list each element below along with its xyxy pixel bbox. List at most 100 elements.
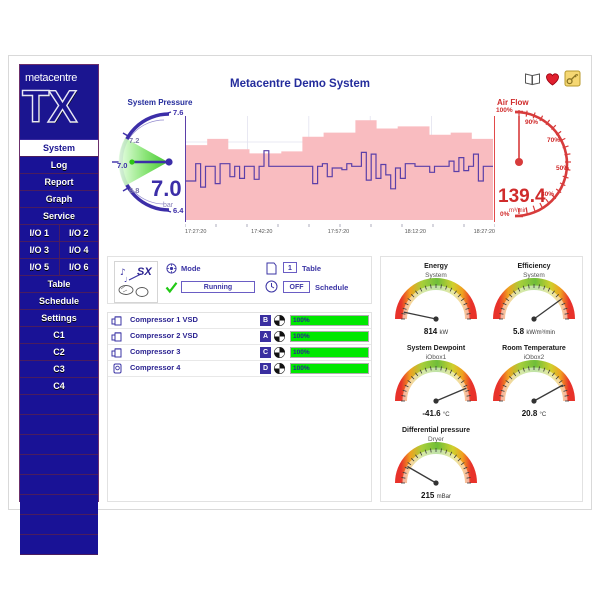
trend-chart-plot <box>185 116 495 222</box>
sidebar-menu: System Log Report Graph Service I/O 1 I/O 2 I/O… <box>20 140 98 555</box>
kpi-gauge-name: Efficiency <box>517 263 551 270</box>
system-pressure-title: System Pressure <box>127 98 193 107</box>
mode-icon <box>166 263 177 274</box>
sidebar-filler-row <box>20 395 98 415</box>
kpi-gauge-unit: °C <box>539 412 547 418</box>
book-icon[interactable] <box>524 70 541 87</box>
sidebar-item-log[interactable]: Log <box>20 157 98 173</box>
sidebar-row: Settings <box>20 310 98 327</box>
sidebar-item-settings[interactable]: Settings <box>20 310 98 326</box>
kpi-gauge-value: -41.6 °C <box>422 409 450 418</box>
sidebar-filler <box>20 495 98 514</box>
compressor-row[interactable]: Compressor 4 D 100% <box>108 361 371 377</box>
trend-chart-svg <box>186 116 493 220</box>
table-value[interactable]: 1 <box>283 262 297 273</box>
kpi-gauge-name: System Dewpoint <box>406 345 466 352</box>
trend-chart[interactable]: 17:27:20 17:42:20 17:57:20 18:12:20 18:27:20 <box>185 116 495 238</box>
sidebar-filler <box>20 475 98 494</box>
pie-status-icon <box>274 363 285 374</box>
compressor-load-bar: 100% <box>290 363 369 374</box>
sidebar-item-c4[interactable]: C4 <box>20 378 98 394</box>
sidebar-row: Schedule <box>20 293 98 310</box>
air-flow-unit: m³/min <box>509 208 528 214</box>
air-flow-value: 139.4 <box>498 186 546 207</box>
sidebar-row: Report <box>20 174 98 191</box>
sidebar-item-i-o-6[interactable]: I/O 6 <box>59 259 98 275</box>
kpi-gauge-source: iObox1 <box>425 354 447 361</box>
compressor-row[interactable]: Compressor 2 VSD A 100% <box>108 329 371 345</box>
heart-icon[interactable] <box>544 70 561 87</box>
sidebar-item-table[interactable]: Table <box>20 276 98 292</box>
sidebar-row: Graph <box>20 191 98 208</box>
sidebar-row: Table <box>20 276 98 293</box>
sidebar-filler-row <box>20 415 98 435</box>
pressure-value: 7.0 <box>151 176 182 201</box>
compressor-row[interactable]: Compressor 1 VSD B 100% <box>108 313 371 329</box>
air-flow-max-label: 100% <box>496 107 513 114</box>
sidebar-row: C2 <box>20 344 98 361</box>
sidebar-item-c3[interactable]: C3 <box>20 361 98 377</box>
pie-status-icon <box>274 347 285 358</box>
kpi-gauge-source: Dryer <box>428 436 444 443</box>
sidebar-item-i-o-3[interactable]: I/O 3 <box>20 242 60 258</box>
compressor-icon <box>111 347 124 359</box>
sidebar-filler <box>20 415 98 434</box>
sidebar-item-system[interactable]: System <box>20 140 98 156</box>
compressor-name: Compressor 1 VSD <box>130 315 198 324</box>
check-icon <box>165 281 178 294</box>
sidebar-filler <box>20 535 98 554</box>
compressor-name: Compressor 4 <box>130 363 181 372</box>
sidebar-filler-row <box>20 435 98 455</box>
compressor-load-bar: 100% <box>290 347 369 358</box>
page-icon <box>266 262 277 275</box>
compressor-badge: B <box>260 315 271 326</box>
pie-status-icon <box>274 331 285 342</box>
sidebar-item-graph[interactable]: Graph <box>20 191 98 207</box>
sidebar-filler-row <box>20 475 98 495</box>
svg-text:♩: ♩ <box>124 276 127 284</box>
brand-logo: metacentre TX <box>20 65 98 140</box>
sidebar-filler-row <box>20 495 98 515</box>
sidebar: metacentre TX System Log Report Graph Servic… <box>19 64 99 555</box>
kpi-gauge: Efficiency System 5.8 kW/m³/min <box>486 263 582 343</box>
sidebar-item-i-o-4[interactable]: I/O 4 <box>59 242 98 258</box>
sx-label: SX <box>137 266 152 278</box>
compressor-row[interactable]: Compressor 3 C 100% <box>108 345 371 361</box>
kpi-gauge-panel: Energy System 814 kW Efficiency System 5.8 kW… <box>380 256 583 502</box>
kpi-gauge-name: Energy <box>424 263 448 270</box>
key-icon[interactable] <box>564 70 581 87</box>
sidebar-item-i-o-2[interactable]: I/O 2 <box>59 225 98 241</box>
sidebar-item-c2[interactable]: C2 <box>20 344 98 360</box>
schedule-value[interactable]: OFF <box>283 281 310 293</box>
kpi-gauge-unit: mBar <box>436 494 451 500</box>
sidebar-filler-row <box>20 535 98 555</box>
sidebar-item-report[interactable]: Report <box>20 174 98 190</box>
sidebar-item-c1[interactable]: C1 <box>20 327 98 343</box>
sidebar-row: I/O 1 I/O 2 <box>20 225 98 242</box>
trend-chart-x-axis: 17:27:20 17:42:20 17:57:20 18:12:20 18:27:20 <box>185 224 495 238</box>
compressor-load-label: 100% <box>293 349 310 356</box>
x-axis-label: 17:57:20 <box>327 229 350 235</box>
sx-conductor-icon: ♪ ♩ SX <box>114 261 158 303</box>
kpi-gauge: Differential pressure Dryer 215 mBar <box>388 427 484 507</box>
pressure-min-label: 6.4 <box>173 206 184 215</box>
mode-value[interactable]: Running <box>181 281 255 293</box>
x-axis-label: 18:27:20 <box>473 229 495 235</box>
sidebar-row: C1 <box>20 327 98 344</box>
top-icon-bar <box>524 70 581 87</box>
x-axis-label: 17:27:20 <box>185 229 207 235</box>
sidebar-item-service[interactable]: Service <box>20 208 98 224</box>
air-flow-title: Air Flow <box>497 98 529 107</box>
sidebar-row: System <box>20 140 98 157</box>
system-pressure-gauge: System Pressure 7.6 6.4 7.2 7.0 6.8 7.0 … <box>107 98 197 248</box>
compressor-load-label: 100% <box>293 365 310 372</box>
sidebar-item-schedule[interactable]: Schedule <box>20 293 98 309</box>
sidebar-filler-row <box>20 455 98 475</box>
air-flow-tick-50: 50% <box>556 165 570 172</box>
x-axis-label: 17:42:20 <box>251 229 273 235</box>
kpi-gauge-name: Room Temperature <box>502 345 566 352</box>
sidebar-row: I/O 3 I/O 4 <box>20 242 98 259</box>
sidebar-item-i-o-5[interactable]: I/O 5 <box>20 259 60 275</box>
sidebar-item-i-o-1[interactable]: I/O 1 <box>20 225 60 241</box>
clock-icon <box>265 280 278 293</box>
